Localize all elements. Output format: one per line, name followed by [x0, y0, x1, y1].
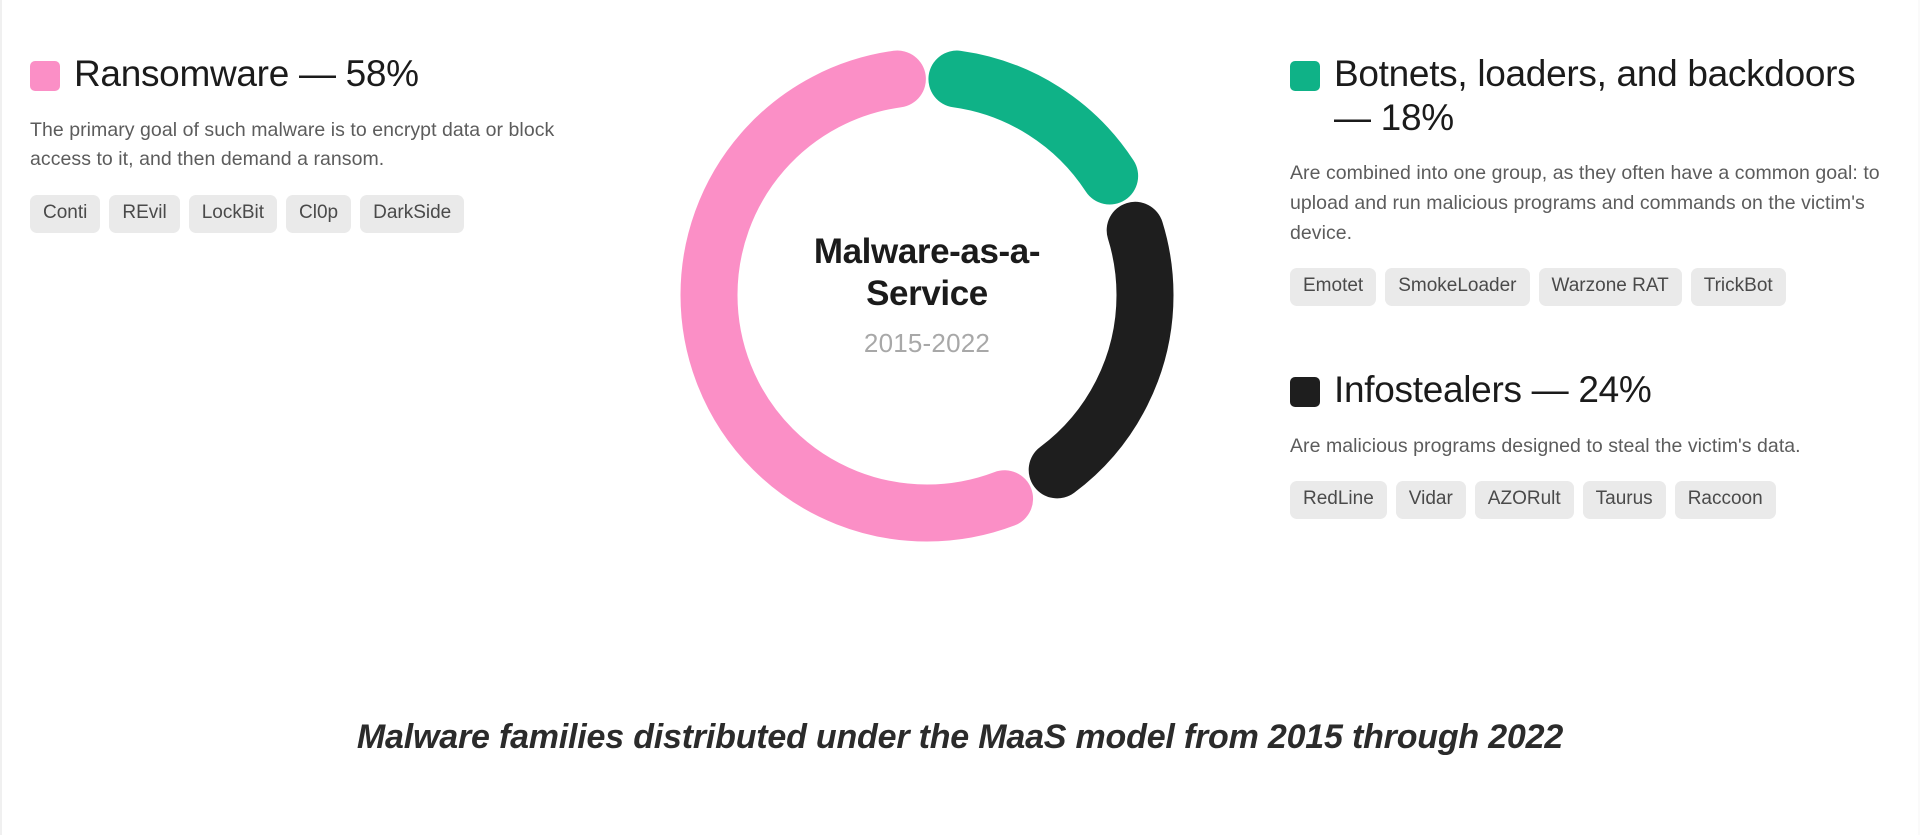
donut-segments [680, 48, 1174, 542]
family-pill: SmokeLoader [1385, 268, 1530, 307]
legend-group-ransomware: Ransomware — 58% The primary goal of suc… [30, 52, 575, 233]
legend-group-infostealers: Infostealers — 24% Are malicious program… [1290, 368, 1890, 520]
legend-column-right: Botnets, loaders, and backdoors — 18% Ar… [1290, 52, 1890, 520]
family-pill: REvil [109, 194, 180, 233]
legend-swatch-botnets [1290, 61, 1320, 91]
family-pill-list-infostealers: RedLine Vidar AZORult Taurus Raccoon [1290, 481, 1890, 520]
legend-description-ransomware: The primary goal of such malware is to e… [30, 118, 555, 171]
family-pill: Taurus [1582, 481, 1666, 520]
legend-description-infostealers: Are malicious programs designed to steal… [1290, 434, 1801, 457]
family-pill: AZORult [1474, 481, 1574, 520]
legend-header: Botnets, loaders, and backdoors — 18% [1290, 52, 1890, 139]
family-pill: Cl0p [286, 194, 352, 233]
legend-title-botnets: Botnets, loaders, and backdoors — 18% [1334, 53, 1856, 138]
family-pill: Vidar [1395, 481, 1466, 520]
family-pill: Conti [30, 194, 101, 233]
infographic-canvas: Ransomware — 58% The primary goal of suc… [0, 0, 1920, 835]
legend-group-botnets: Botnets, loaders, and backdoors — 18% Ar… [1290, 52, 1890, 307]
legend-swatch-ransomware [30, 61, 60, 91]
family-pill: Emotet [1290, 268, 1377, 307]
figure-caption: Malware families distributed under the M… [356, 718, 1564, 756]
family-pill: TrickBot [1690, 268, 1786, 307]
family-pill: Warzone RAT [1538, 268, 1682, 307]
legend-header: Infostealers — 24% [1290, 368, 1890, 412]
legend-title-ransomware: Ransomware — 58% [74, 53, 419, 94]
family-pill-list-botnets: Emotet SmokeLoader Warzone RAT TrickBot [1290, 268, 1890, 307]
family-pill: Raccoon [1674, 481, 1776, 520]
family-pill: RedLine [1290, 481, 1387, 520]
family-pill-list-ransomware: Conti REvil LockBit Cl0p DarkSide [30, 194, 575, 233]
family-pill: DarkSide [360, 194, 465, 233]
legend-header: Ransomware — 58% [30, 52, 575, 96]
legend-column-left: Ransomware — 58% The primary goal of suc… [30, 52, 575, 233]
legend-swatch-infostealers [1290, 377, 1320, 408]
legend-title-infostealers: Infostealers — 24% [1334, 369, 1652, 411]
legend-group-divider [1290, 306, 1890, 368]
family-pill: LockBit [188, 194, 278, 233]
donut-chart: Malware-as-a-Service 2015-2022 [674, 42, 1180, 548]
legend-description-botnets: Are combined into one group, as they oft… [1290, 162, 1880, 244]
donut-svg [680, 48, 1174, 542]
